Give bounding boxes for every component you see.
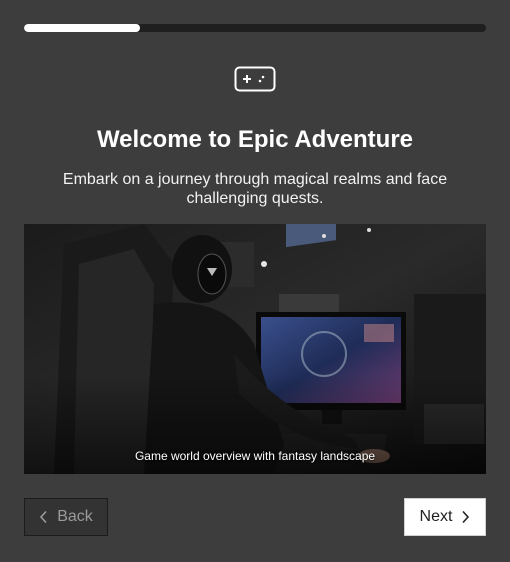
hero-image: Game world overview with fantasy landsca… [24, 224, 486, 474]
chevron-left-icon [40, 510, 47, 524]
hero-caption: Game world overview with fantasy landsca… [134, 449, 376, 463]
progress-bar-fill [24, 24, 140, 32]
next-button[interactable]: Next [404, 498, 486, 536]
onboarding-screen: Welcome to Epic Adventure Embark on a jo… [0, 0, 510, 562]
hero-illustration [24, 224, 486, 474]
progress-bar [24, 24, 486, 32]
gamepad-icon [234, 66, 276, 92]
back-button[interactable]: Back [24, 498, 108, 536]
next-button-label: Next [419, 508, 453, 525]
page-title: Welcome to Epic Adventure [96, 126, 414, 153]
chevron-right-icon [462, 510, 470, 524]
back-button-label: Back [57, 508, 93, 525]
page-subtitle: Embark on a journey through magical real… [62, 171, 448, 207]
